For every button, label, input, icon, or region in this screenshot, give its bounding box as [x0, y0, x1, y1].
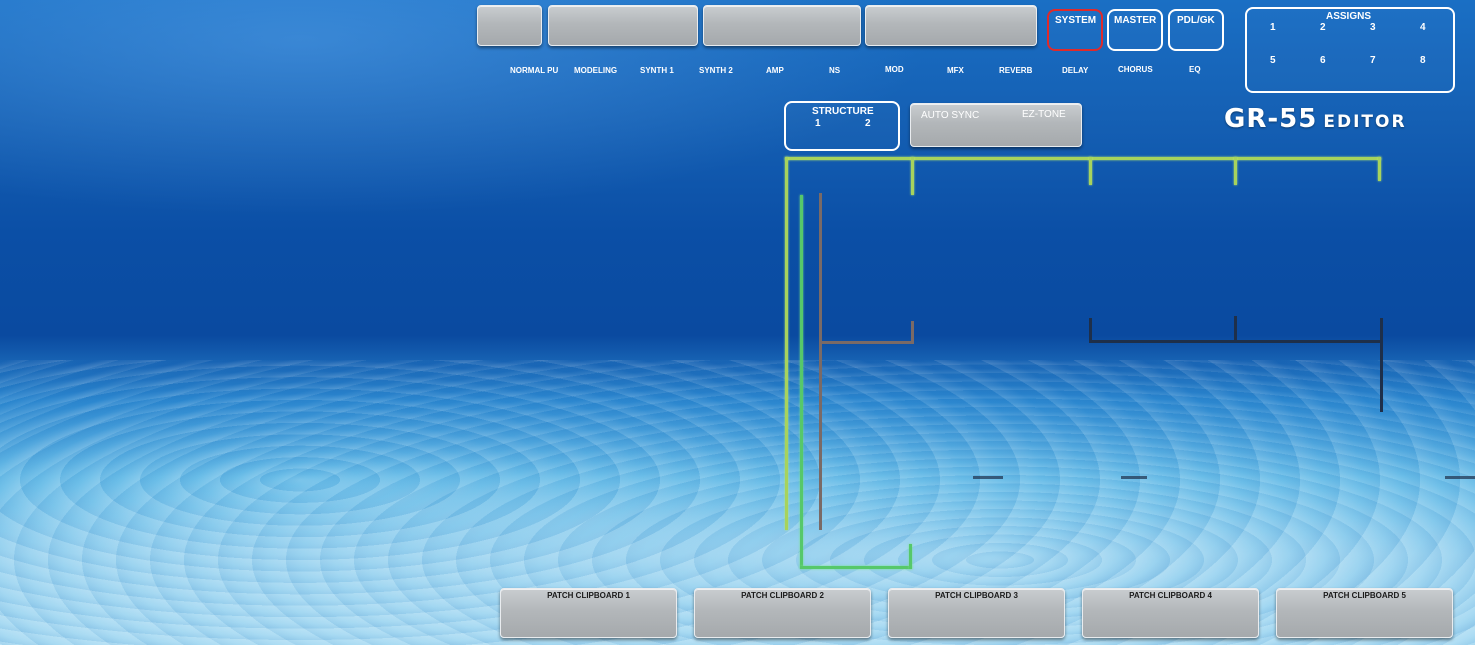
- gr55-editor-logo: GR-55 EDITOR: [1224, 104, 1407, 134]
- nav-normal-pu[interactable]: NORMAL PU: [510, 66, 558, 75]
- routing-dash-3: [1445, 476, 1475, 479]
- nav-mod[interactable]: MOD: [885, 65, 904, 74]
- routing-dark-up-2: [1234, 316, 1237, 343]
- master-label: MASTER: [1114, 15, 1157, 26]
- nav-reverb[interactable]: REVERB: [999, 66, 1032, 75]
- synth-panel-button[interactable]: [703, 5, 861, 46]
- logo-sub-text: EDITOR: [1323, 112, 1407, 132]
- routing-brown-up: [911, 321, 914, 344]
- patch-clipboard-2-label: PATCH CLIPBOARD 2: [741, 591, 824, 600]
- routing-drop-1: [911, 157, 914, 195]
- routing-brown-horizontal: [819, 341, 914, 344]
- assign-6-button[interactable]: 6: [1320, 55, 1326, 66]
- assign-7-button[interactable]: 7: [1370, 55, 1376, 66]
- assign-2-button[interactable]: 2: [1320, 22, 1326, 33]
- routing-drop-3: [1234, 157, 1237, 185]
- nav-eq[interactable]: EQ: [1189, 65, 1201, 74]
- nav-chorus[interactable]: CHORUS: [1118, 65, 1153, 74]
- structure-2-button[interactable]: 2: [865, 118, 871, 129]
- routing-line-top: [785, 157, 1381, 160]
- nav-ns[interactable]: NS: [829, 66, 840, 75]
- system-button[interactable]: SYSTEM: [1047, 9, 1103, 51]
- structure-panel: STRUCTURE 1 2: [784, 101, 900, 151]
- patch-clipboard-4[interactable]: PATCH CLIPBOARD 4: [1082, 588, 1259, 638]
- assign-5-button[interactable]: 5: [1270, 55, 1276, 66]
- patch-clipboard-1[interactable]: PATCH CLIPBOARD 1: [500, 588, 677, 638]
- structure-title: STRUCTURE: [812, 106, 874, 117]
- assigns-title: ASSIGNS: [1326, 11, 1372, 22]
- routing-dark-up-1: [1089, 318, 1092, 343]
- assign-4-button[interactable]: 4: [1420, 22, 1426, 33]
- routing-green-up: [909, 544, 912, 569]
- assign-8-button[interactable]: 8: [1420, 55, 1426, 66]
- nav-delay[interactable]: DELAY: [1062, 66, 1088, 75]
- auto-sync-button[interactable]: AUTO SYNC: [921, 110, 979, 121]
- pdl-gk-button[interactable]: PDL/GK: [1168, 9, 1224, 51]
- master-button[interactable]: MASTER: [1107, 9, 1163, 51]
- routing-dash-1: [973, 476, 1003, 479]
- patch-clipboard-5[interactable]: PATCH CLIPBOARD 5: [1276, 588, 1453, 638]
- routing-green-vertical: [800, 195, 803, 568]
- routing-dark-vertical: [1380, 318, 1383, 412]
- routing-drop-4: [1378, 157, 1381, 181]
- patch-clipboard-2[interactable]: PATCH CLIPBOARD 2: [694, 588, 871, 638]
- patch-clipboard-4-label: PATCH CLIPBOARD 4: [1129, 591, 1212, 600]
- routing-green-bottom: [800, 566, 912, 569]
- auto-sync-ez-tone-panel: AUTO SYNC EZ-TONE: [910, 103, 1082, 147]
- routing-dash-2: [1121, 476, 1147, 479]
- modeling-panel-button[interactable]: [548, 5, 698, 46]
- nav-modeling[interactable]: MODELING: [574, 66, 617, 75]
- assign-1-button[interactable]: 1: [1270, 22, 1276, 33]
- nav-synth-1[interactable]: SYNTH 1: [640, 66, 674, 75]
- routing-line-left: [785, 157, 788, 530]
- routing-drop-2: [1089, 157, 1092, 185]
- nav-mfx[interactable]: MFX: [947, 66, 964, 75]
- system-label: SYSTEM: [1055, 15, 1097, 26]
- patch-clipboard-3-label: PATCH CLIPBOARD 3: [935, 591, 1018, 600]
- assign-3-button[interactable]: 3: [1370, 22, 1376, 33]
- nav-synth-2[interactable]: SYNTH 2: [699, 66, 733, 75]
- patch-clipboard-1-label: PATCH CLIPBOARD 1: [547, 591, 630, 600]
- pdl-gk-label: PDL/GK: [1177, 15, 1215, 26]
- assigns-panel: ASSIGNS 1 2 3 4 5 6 7 8: [1245, 7, 1455, 93]
- nav-amp[interactable]: AMP: [766, 66, 784, 75]
- logo-main-text: GR-55: [1224, 104, 1318, 134]
- patch-clipboard-3[interactable]: PATCH CLIPBOARD 3: [888, 588, 1065, 638]
- ez-tone-button[interactable]: EZ-TONE: [1022, 109, 1066, 120]
- effects-panel-button[interactable]: [865, 5, 1037, 46]
- routing-brown-vertical: [819, 193, 822, 530]
- normal-pu-panel-button[interactable]: [477, 5, 542, 46]
- structure-1-button[interactable]: 1: [815, 118, 821, 129]
- patch-clipboard-5-label: PATCH CLIPBOARD 5: [1323, 591, 1406, 600]
